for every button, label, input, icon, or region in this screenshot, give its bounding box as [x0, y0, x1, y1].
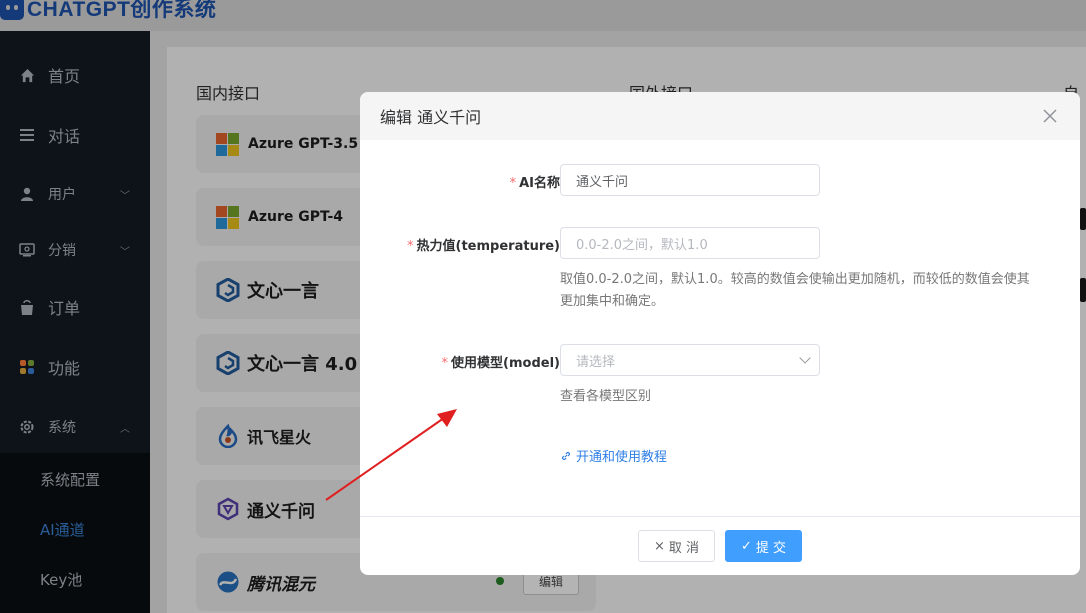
edge-element [1080, 278, 1086, 302]
chevron-up-icon: ︿ [120, 423, 130, 435]
robot-logo-icon [0, 0, 24, 20]
app-title: CHATGPT创作系统 [27, 0, 217, 21]
ai-name-input[interactable]: 通义千问 [560, 164, 820, 196]
microsoft-logo [216, 205, 239, 229]
channel-name: 腾讯混元 [247, 574, 315, 595]
dialog-header: 编辑 通义千问 [360, 92, 1080, 140]
channel-name: 文心一言 4.0 [247, 354, 358, 375]
cancel-button[interactable]: × 取 消 [638, 530, 715, 562]
sidebar-item-features[interactable]: 功能 [0, 347, 150, 387]
wenxin-logo [216, 278, 240, 302]
wenxin-logo [216, 351, 240, 375]
channel-name: 通义千问 [247, 501, 315, 522]
submit-button[interactable]: ✓ 提 交 [725, 530, 802, 562]
chevron-down-icon: ﹀ [120, 246, 130, 258]
sidebar-item-label: 用户 [48, 187, 76, 203]
submenu-item-ai-channel[interactable]: AI通道 [40, 519, 85, 540]
temperature-hint: 取值0.0-2.0之间，默认1.0。较高的数值会使输出更加随机，而较低的数值会使… [560, 272, 1030, 309]
home-icon [18, 66, 36, 84]
sidebar-item-orders[interactable]: 订单 [0, 287, 150, 327]
sidebar-item-home[interactable]: 首页 [0, 55, 150, 95]
temperature-label: * 热力值(temperature) [407, 239, 560, 254]
model-compare-hint[interactable]: 查看各模型区别 [560, 386, 651, 408]
close-icon: × [653, 538, 665, 554]
edit-dialog: 编辑 通义千问 * AI名称 通义千问 * 热力值(temperature) 0.0… [360, 92, 1080, 575]
temperature-input[interactable]: 0.0-2.0之间，默认1.0 [560, 227, 820, 259]
sidebar-item-chat[interactable]: 对话 [0, 115, 150, 155]
gear-icon [18, 418, 36, 436]
user-icon [18, 185, 36, 203]
sidebar-item-label: 首页 [48, 67, 81, 86]
chevron-down-icon [799, 352, 811, 364]
model-select[interactable]: 请选择 [560, 344, 820, 376]
sidebar-item-label: 功能 [48, 359, 81, 378]
apps-icon [18, 358, 36, 376]
close-icon[interactable] [1040, 106, 1060, 126]
column-title-domestic: 国内接口 [196, 84, 261, 103]
hunyuan-logo [217, 571, 239, 593]
tongyi-logo [217, 497, 239, 521]
xunfei-logo [218, 424, 238, 448]
tutorial-link[interactable]: 开通和使用教程 [560, 446, 667, 465]
link-icon [561, 451, 571, 460]
sidebar: 首页 对话 用户 ﹀ 分销 ﹀ 订单 功能 系统 ︿ 系统配置 AI通道 Key… [0, 31, 150, 613]
edge-element [1080, 208, 1086, 230]
system-submenu: 系统配置 AI通道 Key池 [0, 453, 150, 613]
channel-name: 文心一言 [247, 281, 319, 302]
microsoft-logo [216, 132, 239, 156]
channel-name: 讯飞星火 [247, 428, 312, 447]
sidebar-item-label: 分销 [48, 243, 76, 259]
model-label: * 使用模型(model) [441, 356, 560, 371]
dialog-footer: × 取 消 ✓ 提 交 [360, 516, 1080, 575]
app-logo[interactable]: CHATGPT创作系统 [0, 0, 216, 22]
sidebar-item-users[interactable]: 用户 ﹀ [0, 174, 150, 214]
sidebar-item-distribution[interactable]: 分销 ﹀ [0, 230, 150, 270]
submenu-item-key-pool[interactable]: Key池 [40, 569, 82, 590]
submenu-item-system-config[interactable]: 系统配置 [40, 469, 100, 490]
menu-icon [18, 126, 36, 144]
order-icon [18, 298, 36, 316]
top-bar: CHATGPT创作系统 [0, 0, 1086, 31]
sidebar-item-label: 订单 [48, 299, 81, 318]
distribution-icon [18, 241, 36, 259]
ai-name-label: * AI名称 [509, 176, 560, 191]
sidebar-item-system[interactable]: 系统 ︿ [0, 407, 150, 447]
check-icon: ✓ [740, 538, 752, 554]
sidebar-item-label: 对话 [48, 127, 81, 146]
status-dot [496, 577, 504, 585]
sidebar-item-label: 系统 [48, 420, 76, 436]
channel-name: Azure GPT-4 [248, 209, 344, 225]
chevron-down-icon: ﹀ [120, 190, 130, 202]
dialog-title: 编辑 通义千问 [380, 108, 482, 127]
channel-name: Azure GPT-3.5 [248, 136, 359, 152]
